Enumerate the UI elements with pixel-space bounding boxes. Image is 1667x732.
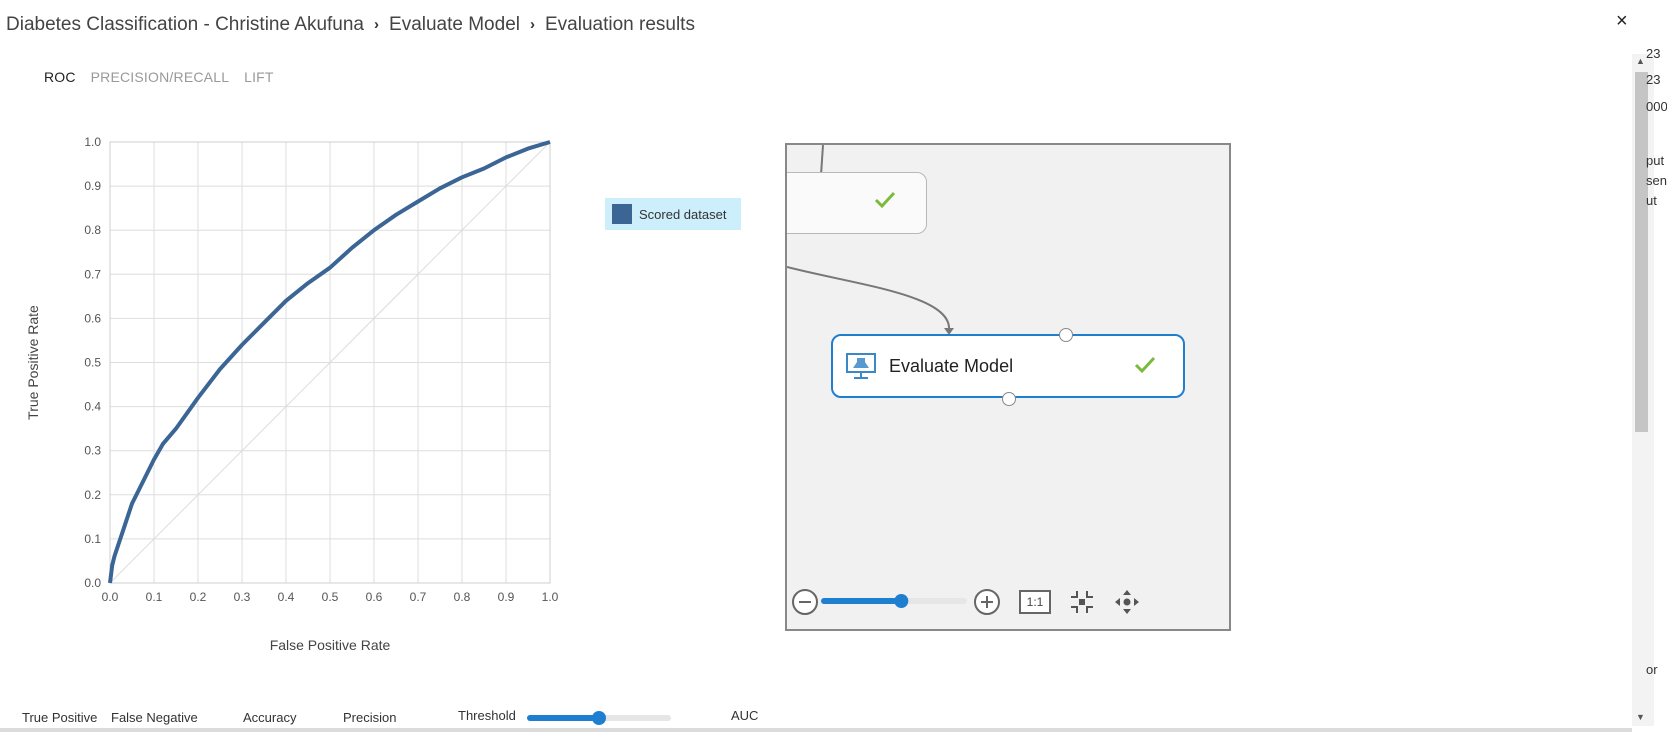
y-tick-label: 0.6 xyxy=(84,311,101,325)
check-icon xyxy=(874,191,896,209)
background-text: or xyxy=(1646,662,1658,677)
x-axis-label: False Positive Rate xyxy=(270,637,391,653)
zoom-out-icon[interactable] xyxy=(790,587,820,617)
close-icon[interactable]: × xyxy=(1616,10,1628,33)
roc-chart: 0.0 0.1 0.2 0.3 0.4 0.5 0.6 0.7 0.8 0.9 1.0 0.0 0.1… xyxy=(25,135,559,653)
y-tick-label: 0.5 xyxy=(84,356,101,370)
x-tick-label: 0.8 xyxy=(454,590,471,604)
y-tick-label: 0.0 xyxy=(84,576,101,590)
background-text: sen xyxy=(1646,173,1667,188)
x-tick-label: 0.7 xyxy=(410,590,427,604)
breadcrumb-experiment[interactable]: Diabetes Classification - Christine Akuf… xyxy=(6,14,364,35)
scrollbar-thumb[interactable] xyxy=(1635,72,1648,432)
output-port[interactable] xyxy=(1002,392,1016,406)
x-tick-label: 1.0 xyxy=(542,590,559,604)
tab-lift[interactable]: LIFT xyxy=(244,69,274,85)
chevron-right-icon: › xyxy=(529,16,535,33)
y-tick-label: 0.3 xyxy=(84,444,101,458)
y-tick-label: 1.0 xyxy=(84,135,101,149)
chart-tabs: ROC PRECISION/RECALL LIFT xyxy=(44,69,285,85)
zoom-toolbar: 1:1 xyxy=(787,585,1229,625)
zoom-slider[interactable] xyxy=(821,593,967,609)
scroll-up-icon[interactable]: ▲ xyxy=(1636,56,1645,66)
check-icon xyxy=(1134,356,1156,374)
x-tick-label: 0.0 xyxy=(102,590,119,604)
tab-roc[interactable]: ROC xyxy=(44,69,76,85)
x-tick-label: 0.3 xyxy=(234,590,251,604)
legend-label: Scored dataset xyxy=(639,207,727,222)
zoom-actual-size-button[interactable]: 1:1 xyxy=(1019,590,1051,614)
input-port[interactable] xyxy=(1059,328,1073,342)
background-text: ut xyxy=(1646,193,1657,208)
x-tick-label: 0.5 xyxy=(322,590,339,604)
y-axis-label: True Positive Rate xyxy=(25,305,41,420)
metric-auc-label: AUC xyxy=(731,708,759,723)
evaluate-model-module[interactable]: Evaluate Model xyxy=(831,334,1185,398)
x-tick-label: 0.9 xyxy=(498,590,515,604)
bottom-strip xyxy=(0,728,1632,732)
background-text: put xyxy=(1646,153,1665,168)
zoom-in-icon[interactable] xyxy=(972,587,1002,617)
metric-accuracy-label: Accuracy xyxy=(243,710,297,725)
threshold-label: Threshold xyxy=(458,708,516,723)
evaluate-model-icon xyxy=(846,353,876,379)
chart-legend: Scored dataset xyxy=(605,198,741,230)
chevron-right-icon: › xyxy=(374,16,380,33)
threshold-slider[interactable] xyxy=(527,710,671,726)
breadcrumb: Diabetes Classification - Christine Akuf… xyxy=(6,14,695,36)
breadcrumb-page: Evaluation results xyxy=(544,14,695,35)
y-tick-labels: 0.0 0.1 0.2 0.3 0.4 0.5 0.6 0.7 0.8 0.9 1.0 xyxy=(84,135,101,590)
module-label: Evaluate Model xyxy=(889,356,1014,376)
experiment-canvas[interactable]: Evaluate Model 1:1 xyxy=(785,143,1231,631)
legend-swatch xyxy=(612,204,632,224)
y-tick-label: 0.8 xyxy=(84,223,101,237)
tab-precision-recall[interactable]: PRECISION/RECALL xyxy=(91,69,230,85)
background-text: 23 xyxy=(1646,46,1661,61)
background-text: 23 xyxy=(1646,72,1661,87)
x-tick-label: 0.6 xyxy=(366,590,383,604)
metric-false-negative-label: False Negative xyxy=(111,710,198,725)
background-text: 000 xyxy=(1646,99,1667,114)
metric-precision-label: Precision xyxy=(343,710,397,725)
y-tick-label: 0.1 xyxy=(84,532,101,546)
y-tick-label: 0.9 xyxy=(84,179,101,193)
metric-true-positive-label: True Positive xyxy=(22,710,98,725)
y-tick-label: 0.4 xyxy=(84,400,101,414)
fit-to-screen-icon[interactable] xyxy=(1067,587,1097,617)
x-tick-labels: 0.0 0.1 0.2 0.3 0.4 0.5 0.6 0.7 0.8 0.9 1.0 xyxy=(102,590,559,604)
y-tick-label: 0.2 xyxy=(84,488,101,502)
x-tick-label: 0.4 xyxy=(278,590,295,604)
breadcrumb-module[interactable]: Evaluate Model xyxy=(389,14,520,35)
y-tick-label: 0.7 xyxy=(84,267,101,281)
upstream-module[interactable] xyxy=(787,172,927,234)
x-tick-label: 0.2 xyxy=(190,590,207,604)
scroll-down-icon[interactable]: ▼ xyxy=(1636,712,1645,722)
pan-icon[interactable] xyxy=(1112,587,1142,617)
x-tick-label: 0.1 xyxy=(146,590,163,604)
